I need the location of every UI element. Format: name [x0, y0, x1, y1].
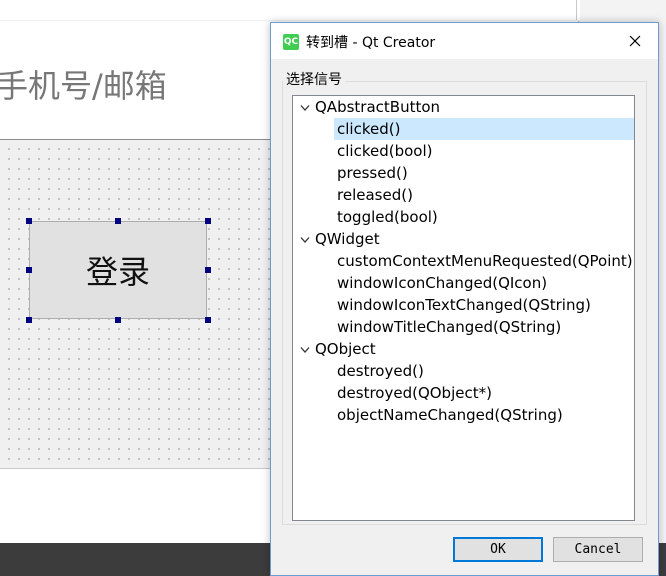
go-to-slot-dialog: QC 转到槽 - Qt Creator 选择信号 QAbstractButton… [270, 22, 659, 576]
signal-tree[interactable]: QAbstractButton clicked() clicked(bool) pre… [292, 95, 635, 521]
tree-group-qobject[interactable]: QObject [294, 338, 376, 360]
qt-creator-icon: QC [283, 34, 299, 50]
signal-group-label: 选择信号 [283, 69, 345, 89]
signal-item[interactable]: windowIconChanged(QIcon) [334, 272, 550, 294]
signal-item[interactable]: toggled(bool) [334, 206, 441, 228]
dialog-titlebar[interactable]: QC 转到槽 - Qt Creator [271, 23, 658, 59]
tree-group-label: QObject [315, 340, 376, 358]
resize-handle-bottom[interactable] [115, 317, 121, 323]
resize-handle-bottom-left[interactable] [26, 317, 32, 323]
resize-handle-bottom-right[interactable] [205, 317, 211, 323]
signal-item[interactable]: objectNameChanged(QString) [334, 404, 566, 426]
signal-item[interactable]: clicked(bool) [334, 140, 435, 162]
dialog-title: 转到槽 - Qt Creator [306, 35, 436, 51]
resize-handle-right[interactable] [205, 267, 211, 273]
signal-item[interactable]: windowTitleChanged(QString) [334, 316, 564, 338]
cancel-button[interactable]: Cancel [553, 537, 643, 562]
canvas-top-strip [0, 0, 580, 21]
resize-handle-top-left[interactable] [26, 218, 32, 224]
signal-item[interactable]: released() [334, 184, 416, 206]
close-icon [629, 35, 641, 47]
account-placeholder: 手机号/邮箱 [0, 67, 167, 105]
close-button[interactable] [612, 23, 658, 59]
signal-item[interactable]: customContextMenuRequested(QPoint) [334, 250, 634, 272]
login-button[interactable]: 登录 [29, 221, 207, 319]
resize-handle-top[interactable] [115, 218, 121, 224]
chevron-down-icon[interactable] [295, 96, 315, 118]
resize-handle-top-right[interactable] [205, 218, 211, 224]
chevron-down-icon[interactable] [295, 228, 315, 250]
signal-item[interactable]: destroyed(QObject*) [334, 382, 495, 404]
tree-group-qwidget[interactable]: QWidget [294, 228, 380, 250]
chevron-down-icon[interactable] [295, 338, 315, 360]
tree-group-qabstractbutton[interactable]: QAbstractButton [294, 96, 440, 118]
tree-group-label: QWidget [315, 230, 380, 248]
signal-item[interactable]: windowIconTextChanged(QString) [334, 294, 594, 316]
signal-item[interactable]: pressed() [334, 162, 411, 184]
resize-handle-left[interactable] [26, 267, 32, 273]
signal-item[interactable]: clicked() [334, 118, 634, 140]
signal-item[interactable]: destroyed() [334, 360, 427, 382]
ok-button[interactable]: OK [453, 537, 543, 562]
tree-group-label: QAbstractButton [315, 98, 441, 116]
